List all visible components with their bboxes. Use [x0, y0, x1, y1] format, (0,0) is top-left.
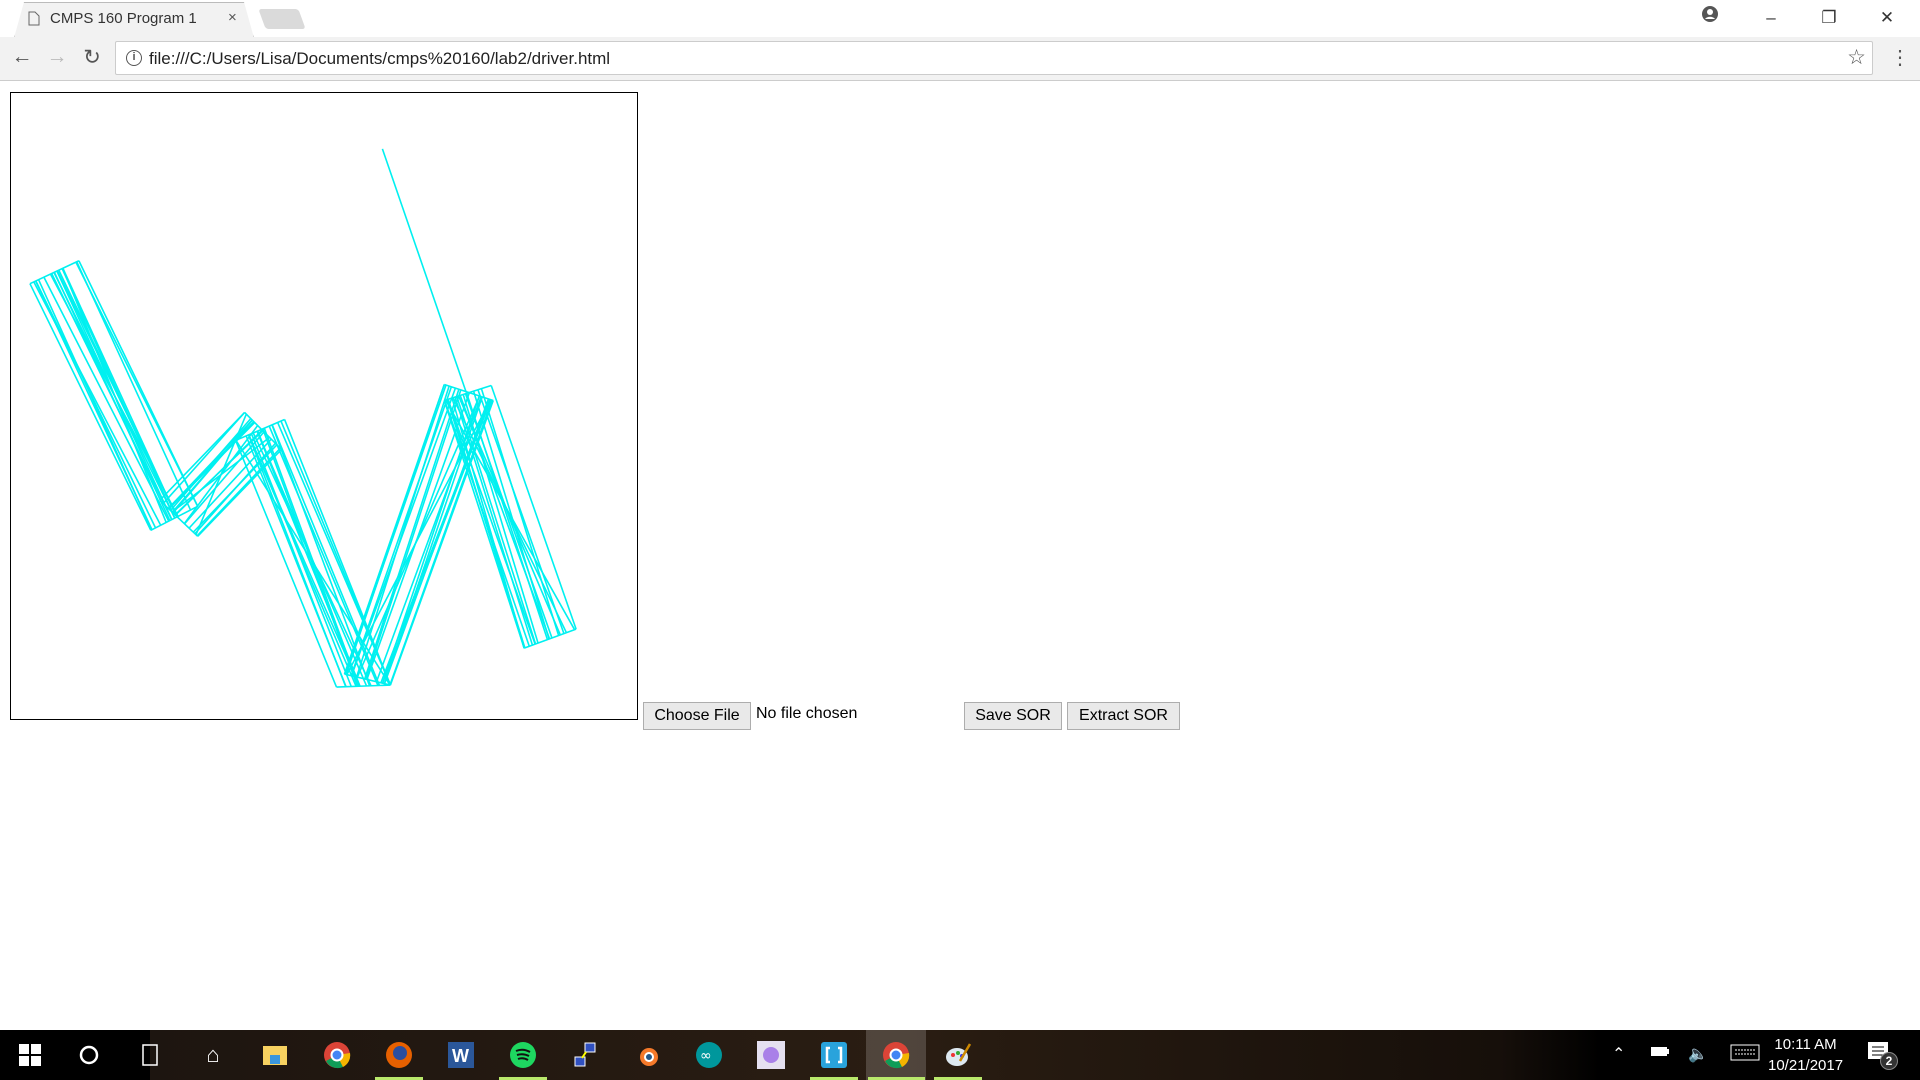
band-line — [35, 280, 157, 529]
volume-icon[interactable]: 🔈 — [1688, 1044, 1708, 1064]
notification-count: 2 — [1880, 1052, 1898, 1070]
choose-file-button[interactable]: Choose File — [643, 702, 751, 730]
tab-strip: CMPS 160 Program 1 × – ❐ ✕ — [0, 0, 1920, 37]
band-line — [381, 395, 481, 684]
chrome-active-icon[interactable] — [881, 1040, 911, 1070]
menu-icon[interactable]: ⋮ — [1890, 45, 1910, 70]
arduino-icon[interactable]: ∞ — [694, 1040, 724, 1070]
task-view-icon[interactable] — [135, 1040, 165, 1070]
band-line — [447, 399, 536, 645]
axis-line — [381, 148, 468, 393]
tab-title: CMPS 160 Program 1 — [50, 9, 197, 27]
restore-icon[interactable]: ❐ — [1809, 4, 1849, 32]
band-line — [365, 389, 462, 680]
file-status: No file chosen — [756, 705, 858, 722]
close-window-icon[interactable]: ✕ — [1867, 4, 1907, 32]
band-diagonal — [444, 399, 576, 631]
tray-chevron-icon[interactable]: ⌃ — [1612, 1044, 1625, 1064]
band-edge — [29, 283, 152, 531]
reload-icon[interactable]: ↻ — [79, 45, 105, 70]
notification-icon[interactable]: 2 — [1868, 1042, 1898, 1070]
date: 10/21/2017 — [1768, 1057, 1844, 1074]
band-diagonal — [366, 392, 471, 680]
file-explorer-icon[interactable] — [260, 1040, 290, 1070]
band-line — [172, 419, 253, 514]
info-icon[interactable]: i — [126, 50, 142, 66]
taskbar: ⌂ W ∞ ⌃ 🔈 10:11 AM 10/21/2017 2 — [0, 1030, 1920, 1080]
band-edge — [234, 440, 338, 688]
network-icon[interactable] — [570, 1040, 600, 1070]
band-diagonal — [62, 267, 167, 523]
drawing-canvas[interactable] — [10, 92, 638, 720]
band-line — [245, 435, 347, 687]
spotify-icon[interactable] — [508, 1040, 538, 1070]
purple-app-icon[interactable] — [756, 1040, 786, 1070]
brackets-icon[interactable] — [819, 1040, 849, 1070]
page-icon — [28, 11, 40, 25]
band-diagonal — [263, 427, 360, 687]
band-line — [271, 424, 381, 686]
extract-sor-button[interactable]: Extract SOR — [1067, 702, 1180, 730]
keyboard-icon[interactable] — [1730, 1044, 1760, 1067]
tab-content[interactable]: CMPS 160 Program 1 — [28, 8, 197, 28]
paint-icon[interactable] — [943, 1040, 973, 1070]
band-line — [53, 271, 171, 521]
word-icon[interactable]: W — [446, 1040, 476, 1070]
url-text[interactable]: file:///C:/Users/Lisa/Documents/cmps%201… — [149, 49, 610, 69]
forward-icon[interactable]: → — [44, 45, 70, 69]
firefox-icon[interactable] — [384, 1040, 414, 1070]
band-line — [247, 434, 361, 687]
tab-close-icon[interactable]: × — [228, 9, 237, 26]
chrome-icon[interactable] — [322, 1040, 352, 1070]
home-icon[interactable]: ⌂ — [198, 1040, 228, 1070]
blender-icon[interactable] — [632, 1040, 662, 1070]
time: 10:11 AM — [1774, 1036, 1837, 1053]
start-icon[interactable] — [15, 1040, 45, 1070]
minimize-icon[interactable]: – — [1751, 4, 1791, 32]
battery-icon[interactable] — [1650, 1044, 1670, 1063]
back-icon[interactable]: ← — [9, 45, 35, 69]
svg-text:W: W — [452, 1046, 469, 1066]
user-icon[interactable] — [1690, 4, 1730, 32]
svg-text:∞: ∞ — [700, 1048, 712, 1064]
cortana-icon[interactable] — [74, 1040, 104, 1070]
new-tab-button[interactable] — [258, 9, 306, 29]
address-bar[interactable]: i file:///C:/Users/Lisa/Documents/cmps%2… — [115, 41, 1873, 75]
save-sor-button[interactable]: Save SOR — [964, 702, 1062, 730]
browser-toolbar: ← → ↻ i file:///C:/Users/Lisa/Documents/… — [0, 37, 1920, 81]
sor-drawing — [29, 148, 577, 688]
star-icon[interactable]: ☆ — [1847, 45, 1866, 70]
clock[interactable]: 10:11 AM 10/21/2017 — [1768, 1034, 1843, 1076]
